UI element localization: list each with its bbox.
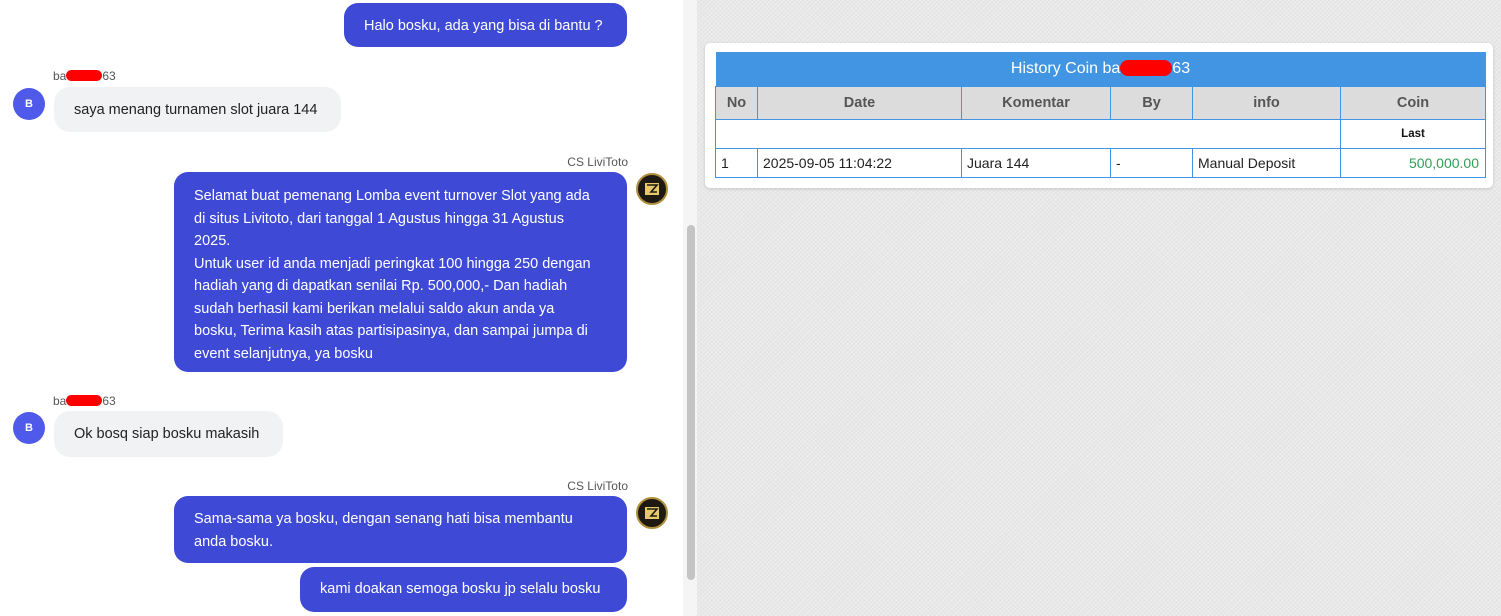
message-text: Halo bosku, ada yang bisa di bantu ? xyxy=(364,18,603,34)
livitoto-logo-icon xyxy=(645,183,659,195)
message-text: Ok bosq siap bosku makasih xyxy=(74,426,260,442)
redacted-username xyxy=(66,70,103,81)
table-subheader-row: Last xyxy=(715,118,1487,149)
livitoto-logo-icon xyxy=(645,507,659,519)
agent-name: CS LiviToto xyxy=(567,155,628,169)
message-text: saya menang turnamen slot juara 144 xyxy=(74,102,318,118)
coin-subheader-last: Last xyxy=(1339,118,1487,149)
cell-no: 1 xyxy=(715,147,758,178)
user-avatar: B xyxy=(13,412,45,444)
column-header-no: No xyxy=(715,85,758,120)
sender-name: ba 63 xyxy=(53,69,116,83)
agent-name: CS LiviToto xyxy=(567,479,628,493)
table-title-row: History Coin ba 63 xyxy=(715,52,1486,86)
history-card: History Coin ba 63 No Date Komentar By in… xyxy=(705,43,1493,188)
column-header-date: Date xyxy=(757,85,962,120)
redacted-username xyxy=(66,395,103,406)
incoming-message: Ok bosq siap bosku makasih xyxy=(54,411,283,457)
column-header-by: By xyxy=(1110,85,1193,120)
cell-komentar: Juara 144 xyxy=(961,147,1111,178)
column-header-komentar: Komentar xyxy=(961,85,1111,120)
column-header-coin: Coin xyxy=(1339,85,1487,120)
table-title: History Coin ba 63 xyxy=(715,52,1486,86)
chat-panel: Halo bosku, ada yang bisa di bantu ? ba 6… xyxy=(0,0,697,616)
chat-scrollbar-thumb[interactable] xyxy=(687,225,695,580)
outgoing-message: Sama-sama ya bosku, dengan senang hati b… xyxy=(174,496,627,563)
cell-info: Manual Deposit xyxy=(1192,147,1341,178)
incoming-message: saya menang turnamen slot juara 144 xyxy=(54,87,341,132)
agent-avatar xyxy=(636,497,668,529)
agent-avatar xyxy=(636,173,668,205)
user-avatar: B xyxy=(13,88,45,120)
redacted-username xyxy=(1120,59,1173,76)
message-text: kami doakan semoga bosku jp selalu bosku xyxy=(320,581,601,597)
cell-coin: 500,000.00 xyxy=(1339,147,1487,178)
outgoing-message: Selamat buat pemenang Lomba event turnov… xyxy=(174,172,627,372)
history-panel: History Coin ba 63 No Date Komentar By in… xyxy=(697,0,1501,616)
outgoing-message: kami doakan semoga bosku jp selalu bosku xyxy=(300,567,627,612)
cell-by: - xyxy=(1110,147,1193,178)
cell-date: 2025-09-05 11:04:22 xyxy=(757,147,962,178)
outgoing-message: Halo bosku, ada yang bisa di bantu ? xyxy=(344,3,627,47)
column-header-info: info xyxy=(1192,85,1341,120)
sender-name: ba 63 xyxy=(53,394,116,408)
table-header-row: No Date Komentar By info Coin xyxy=(715,85,1487,120)
history-coin-table: History Coin ba 63 No Date Komentar By in… xyxy=(715,52,1487,178)
table-row: 1 2025-09-05 11:04:22 Juara 144 - Manual… xyxy=(715,147,1487,178)
